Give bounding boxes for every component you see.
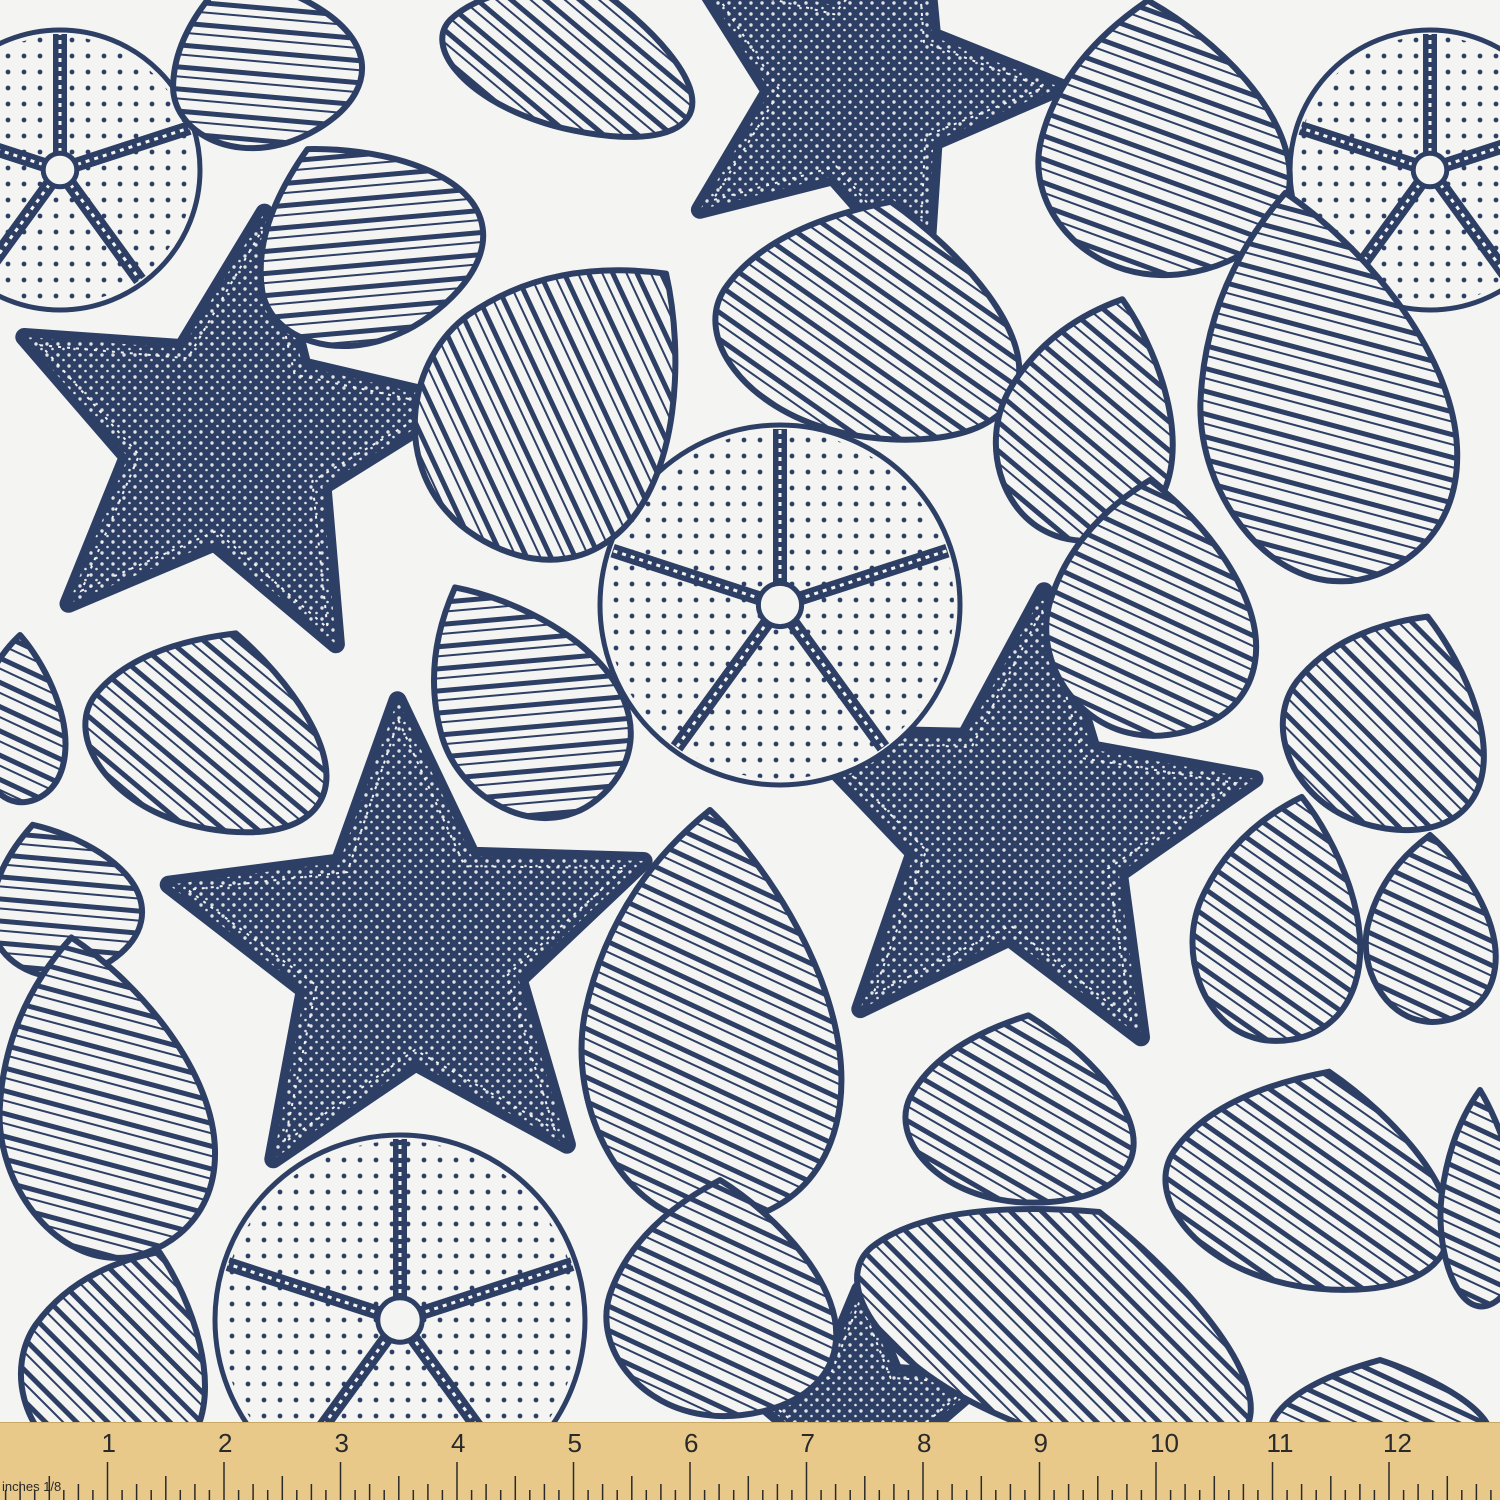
- ruler-number-2: 2: [218, 1428, 232, 1458]
- fabric-swatch: 1234567891011121 inches 1/8: [0, 0, 1500, 1500]
- ruler-unit-label: inches 1/8: [2, 1479, 61, 1494]
- ruler-number-12: 12: [1383, 1428, 1412, 1458]
- ruler-number-8: 8: [917, 1428, 931, 1458]
- seashell-pattern-fabric: [0, 0, 1500, 1500]
- ruler-number-9: 9: [1034, 1428, 1048, 1458]
- ruler-number-11: 11: [1267, 1428, 1294, 1458]
- ruler-number-10: 10: [1150, 1428, 1179, 1458]
- ruler-number-6: 6: [684, 1428, 698, 1458]
- ruler-number-7: 7: [801, 1428, 815, 1458]
- ruler-number-5: 5: [568, 1428, 582, 1458]
- measuring-ruler: 1234567891011121 inches 1/8: [0, 1422, 1500, 1500]
- ruler-number-1: 1: [102, 1428, 116, 1458]
- ruler-number-4: 4: [451, 1428, 465, 1458]
- ruler-number-3: 3: [335, 1428, 349, 1458]
